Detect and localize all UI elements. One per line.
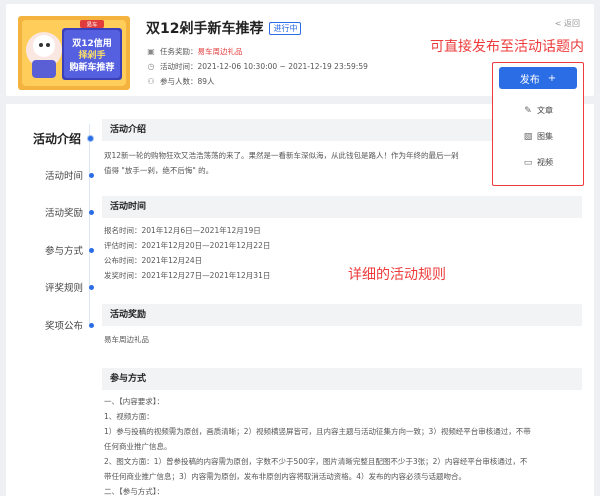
pen-icon: ✎ [524, 105, 532, 116]
people-icon: ⚇ [147, 77, 155, 86]
sidenav-track [89, 124, 90, 324]
cover-line-2: 择剁手 [78, 49, 105, 61]
sidenav-item-intro[interactable]: 活动介绍 [33, 130, 94, 147]
method-line: 带任何商业推广信息；3）内容需为原创，发布非原创内容将取消活动资格。4）发布的内… [104, 472, 467, 481]
sidenav-item-label: 活动奖励 [44, 208, 83, 219]
status-badge: 进行中 [269, 21, 302, 35]
publish-video-item[interactable]: ▭ 视频 [523, 157, 553, 168]
publish-menu: 发布 + ✎ 文章 ▧ 图集 ▭ 视频 [492, 62, 584, 186]
method-line: 2、图文方面：1）曾参投稿的内容需为原创，字数不少于500字，图片清晰完整且配图… [104, 457, 528, 466]
publish-gallery-item[interactable]: ▧ 图集 [523, 131, 553, 142]
activity-time-value: 2021-12-06 10:30:00 ~ 2021-12-19 23:59:5… [197, 62, 368, 71]
activity-title: 双12剁手新车推荐 [146, 21, 264, 37]
back-link[interactable]: < 返回 [555, 18, 580, 29]
sidenav-item-label: 参与方式 [44, 246, 83, 257]
sidenav-item-time[interactable]: 活动时间 [45, 168, 94, 182]
sidenav-item-label: 活动介绍 [32, 132, 81, 146]
method-line: 二、【参与方式】： [104, 487, 164, 496]
publish-annotation: 可直接发布至活动话题内 [430, 39, 584, 55]
publish-item-label: 视频 [537, 158, 553, 167]
cover-line-1: 双12信用 [72, 37, 112, 49]
section-title-time: 活动时间 [102, 196, 582, 218]
cover-badge: 易车 [86, 21, 98, 29]
participants-value: 89人 [197, 77, 215, 86]
nav-dot-icon [89, 284, 94, 290]
video-icon: ▭ [523, 157, 533, 168]
sidenav-item-method[interactable]: 参与方式 [45, 243, 94, 257]
reward-line: 易车周边礼品 [104, 335, 149, 344]
participants-row: ⚇ 参与人数： 89人 [146, 76, 215, 87]
sidenav-item-label: 评奖规则 [44, 283, 83, 294]
section-title-method: 参与方式 [102, 368, 582, 390]
clock-icon: ◷ [147, 62, 155, 71]
rules-annotation: 详细的活动规则 [348, 267, 446, 283]
cover-line-3: 购新车推荐 [69, 61, 114, 73]
task-reward-row: ▣ 任务奖励： 易车周边礼品 [146, 46, 243, 57]
method-text: 一、【内容要求】： 1、视频方面： 1）参与投稿的视频需为原创，画质清晰；2）视… [104, 394, 580, 496]
nav-dot-icon [89, 209, 94, 215]
sidenav-item-label: 活动时间 [44, 171, 83, 182]
sidenav-item-label: 奖项公布 [44, 321, 83, 332]
method-line: 1）参与投稿的视频需为原创，画质清晰；2）视频横竖屏皆可，且内容主题与活动征集方… [104, 427, 531, 436]
nav-dot-icon [89, 322, 94, 328]
nav-dot-icon [89, 172, 94, 178]
time-line: 公布时间：2021年12月24日 [104, 256, 203, 265]
publish-item-label: 图集 [537, 132, 553, 141]
method-line: 任何商业推广信息。 [104, 442, 172, 451]
publish-button[interactable]: 发布 + [499, 67, 577, 89]
participants-label: 参与人数： [160, 77, 198, 86]
sidenav-item-judging[interactable]: 评奖规则 [45, 280, 94, 294]
task-reward-value: 易车周边礼品 [197, 47, 243, 56]
method-line: 1、视频方面： [104, 412, 154, 421]
activity-time-row: ◷ 活动时间： 2021-12-06 10:30:00 ~ 2021-12-19… [146, 61, 368, 72]
time-line: 评估时间：2021年12月20日—2021年12月22日 [104, 241, 271, 250]
sidenav-item-reward[interactable]: 活动奖励 [45, 205, 94, 219]
activity-cover-image: 双12信用 择剁手 购新车推荐 易车 [18, 16, 130, 90]
method-line: 一、【内容要求】： [104, 397, 164, 406]
time-line: 发奖时间：2021年12月27日—2021年12月31日 [104, 271, 271, 280]
time-line: 报名时间：201年12月6日—2021年12月19日 [104, 226, 261, 235]
gift-icon: ▣ [147, 47, 155, 56]
sidenav-item-awards[interactable]: 奖项公布 [45, 318, 94, 332]
publish-label: 发布 [519, 74, 540, 86]
publish-article-item[interactable]: ✎ 文章 [523, 105, 553, 116]
publish-item-label: 文章 [537, 106, 553, 115]
task-reward-label: 任务奖励： [160, 47, 198, 56]
section-title-reward: 活动奖励 [102, 304, 582, 326]
gallery-icon: ▧ [523, 131, 533, 142]
reward-text: 易车周边礼品 [104, 332, 580, 347]
nav-dot-icon [89, 247, 94, 253]
nav-dot-icon [87, 135, 94, 142]
plus-icon: + [547, 72, 557, 84]
time-text: 报名时间：201年12月6日—2021年12月19日 评估时间：2021年12月… [104, 223, 580, 283]
activity-time-label: 活动时间： [160, 62, 198, 71]
